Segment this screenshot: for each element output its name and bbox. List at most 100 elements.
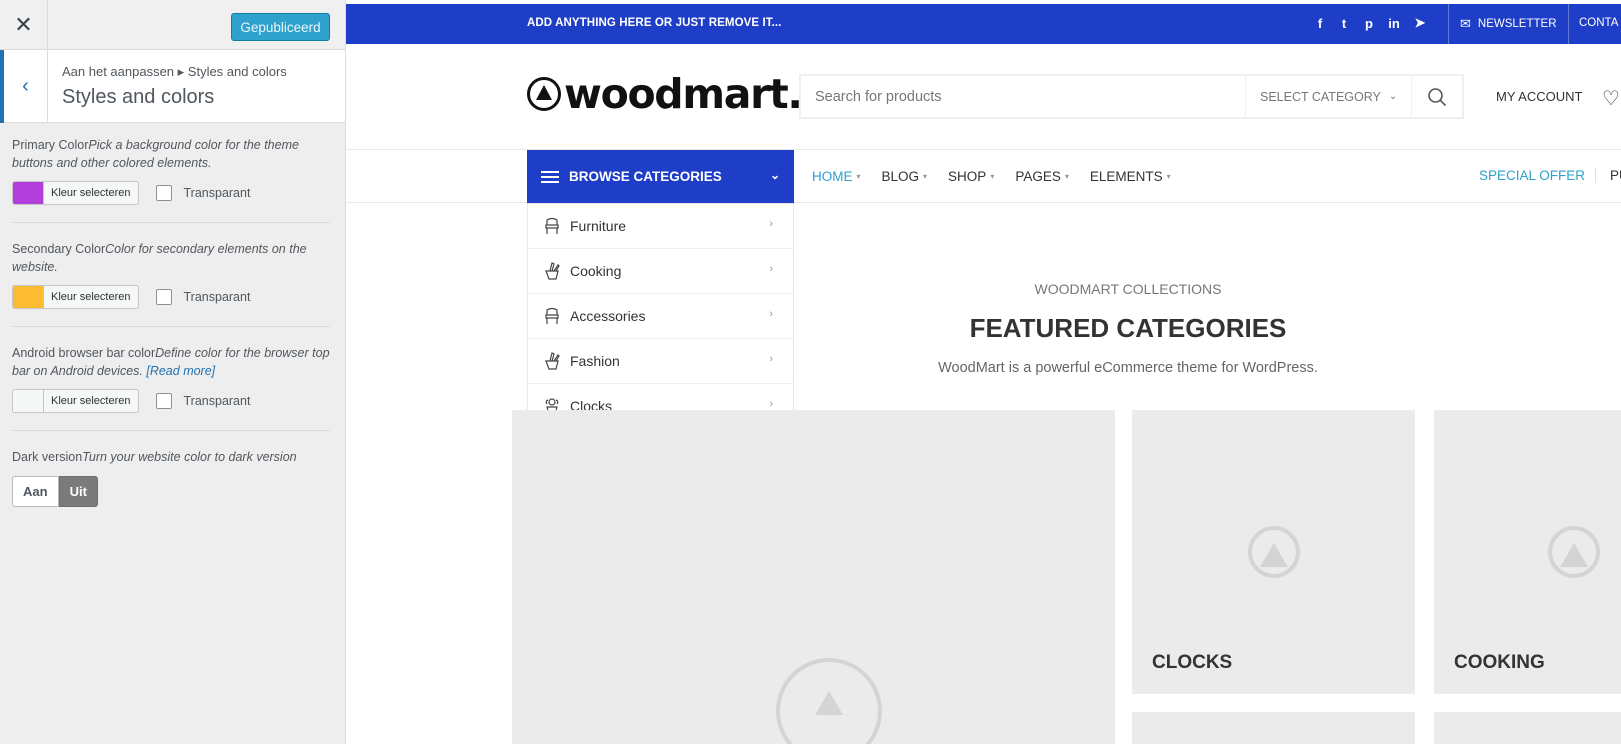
close-icon[interactable]: ✕ bbox=[0, 0, 48, 50]
breadcrumb: Aan het aanpassen ▸ Styles and colors bbox=[62, 64, 287, 79]
color-picker-label: Kleur selecteren bbox=[51, 187, 131, 199]
control-description: Secondary ColorColor for secondary eleme… bbox=[12, 240, 333, 276]
category-tile-cooking[interactable]: COOKING bbox=[1434, 410, 1621, 694]
my-account-link[interactable]: MY ACCOUNT bbox=[1496, 89, 1582, 104]
color-picker-label: Kleur selecteren bbox=[51, 291, 131, 303]
pinterest-icon[interactable]: p bbox=[1361, 14, 1377, 32]
category-tile-clocks[interactable]: CLOCKS bbox=[1132, 410, 1415, 694]
browse-categories-button[interactable]: BROWSE CATEGORIES ⌄ bbox=[527, 150, 794, 203]
toggle-off-button[interactable]: Uit bbox=[58, 476, 98, 507]
section-title: Styles and colors bbox=[62, 86, 215, 108]
dark-version-toggle: Aan Uit bbox=[12, 476, 333, 507]
color-picker-label: Kleur selecteren bbox=[51, 395, 131, 407]
chevron-down-icon: ▾ bbox=[1166, 172, 1171, 181]
top-bar-message: ADD ANYTHING HERE OR JUST REMOVE IT... bbox=[527, 17, 782, 29]
tile-label: COOKING bbox=[1454, 652, 1545, 673]
menu-item-pages[interactable]: PAGES ▾ bbox=[1015, 169, 1069, 184]
contact-link[interactable]: CONTA bbox=[1579, 17, 1618, 29]
browse-categories-label: BROWSE CATEGORIES bbox=[569, 169, 722, 184]
chevron-down-icon: ▾ bbox=[1064, 172, 1069, 181]
newsletter-link[interactable]: ✉ NEWSLETTER bbox=[1448, 4, 1569, 44]
chair-icon bbox=[542, 216, 562, 236]
transparent-label: Transparant bbox=[183, 186, 251, 200]
transparent-label: Transparant bbox=[183, 394, 251, 408]
menu-item-label: PAGES bbox=[1015, 169, 1061, 184]
control-description: Dark versionTurn your website color to d… bbox=[12, 448, 333, 466]
site-preview: ADD ANYTHING HERE OR JUST REMOVE IT... f… bbox=[346, 0, 1621, 744]
color-picker-button[interactable]: Kleur selecteren bbox=[12, 181, 139, 205]
tile-label: CLOCKS bbox=[1152, 652, 1233, 673]
twitter-icon[interactable]: t bbox=[1336, 14, 1352, 32]
purchase-link[interactable]: PU bbox=[1595, 168, 1621, 183]
category-select[interactable]: SELECT CATEGORY ⌄ bbox=[1245, 76, 1411, 117]
facebook-icon[interactable]: f bbox=[1312, 14, 1328, 32]
back-icon[interactable]: ‹ bbox=[0, 50, 48, 123]
chevron-right-icon: › bbox=[769, 398, 773, 410]
wishlist-heart-icon[interactable]: ♡ bbox=[1602, 86, 1620, 111]
chevron-down-icon: ▾ bbox=[990, 172, 995, 181]
placeholder-tree-icon bbox=[1248, 526, 1300, 578]
chevron-down-icon: ⌄ bbox=[1388, 91, 1398, 102]
search-input[interactable] bbox=[801, 76, 1245, 117]
knife-block-icon bbox=[542, 261, 562, 281]
placeholder-tree-icon bbox=[776, 658, 882, 744]
search-button[interactable] bbox=[1411, 76, 1462, 117]
control-description: Android browser bar colorDefine color fo… bbox=[12, 344, 333, 380]
divider bbox=[12, 326, 330, 327]
envelope-icon: ✉ bbox=[1460, 16, 1471, 31]
knife-block-icon bbox=[542, 351, 562, 371]
category-tile[interactable] bbox=[1132, 712, 1415, 744]
customizer-header: ✕ Gepubliceerd bbox=[0, 0, 345, 50]
menu-item-shop[interactable]: SHOP ▾ bbox=[948, 169, 994, 184]
chevron-right-icon: › bbox=[769, 308, 773, 320]
transparent-checkbox[interactable] bbox=[155, 289, 172, 305]
divider bbox=[12, 222, 330, 223]
chair-icon bbox=[542, 306, 562, 326]
main-header: woodmart. SELECT CATEGORY ⌄ MY ACCOUNT ♡ bbox=[346, 44, 1621, 150]
chevron-right-icon: › bbox=[769, 218, 773, 230]
category-tile[interactable] bbox=[512, 410, 1115, 744]
transparent-checkbox[interactable] bbox=[155, 393, 172, 409]
site-logo[interactable]: woodmart. bbox=[527, 70, 803, 118]
read-more-link[interactable]: [Read more] bbox=[146, 364, 215, 378]
telegram-icon[interactable]: ➤ bbox=[1412, 14, 1428, 32]
menu-item-home[interactable]: HOME ▾ bbox=[812, 169, 861, 184]
publish-button[interactable]: Gepubliceerd bbox=[231, 13, 330, 41]
category-item-accessories[interactable]: Accessories › bbox=[528, 294, 793, 339]
menu-item-elements[interactable]: ELEMENTS ▾ bbox=[1090, 169, 1171, 184]
search-icon bbox=[1428, 87, 1447, 106]
color-swatch bbox=[13, 182, 44, 204]
section-subtitle: WoodMart is a powerful eCommerce theme f… bbox=[938, 360, 1318, 376]
newsletter-label: NEWSLETTER bbox=[1477, 18, 1557, 30]
category-item-cooking[interactable]: Cooking › bbox=[528, 249, 793, 294]
main-nav: BROWSE CATEGORIES ⌄ HOME ▾ BLOG ▾ SHOP ▾ PA… bbox=[346, 150, 1621, 203]
transparent-label: Transparant bbox=[183, 290, 251, 304]
dark-version-control: Dark versionTurn your website color to d… bbox=[12, 448, 333, 507]
color-picker-button[interactable]: Kleur selecteren bbox=[12, 285, 139, 309]
top-bar: ADD ANYTHING HERE OR JUST REMOVE IT... f… bbox=[346, 4, 1621, 44]
primary-menu: HOME ▾ BLOG ▾ SHOP ▾ PAGES ▾ ELEMENTS ▾ bbox=[812, 150, 1192, 203]
section-header: ‹ Aan het aanpassen ▸ Styles and colors … bbox=[0, 50, 345, 123]
control-title: Secondary Color bbox=[12, 242, 106, 256]
category-label: Cooking bbox=[570, 263, 622, 279]
category-item-furniture[interactable]: Furniture › bbox=[528, 204, 793, 249]
color-swatch bbox=[13, 286, 44, 308]
primary-color-control: Primary ColorPick a background color for… bbox=[12, 136, 333, 205]
control-description: Primary ColorPick a background color for… bbox=[12, 136, 333, 172]
hamburger-icon bbox=[541, 170, 559, 183]
category-tile[interactable] bbox=[1434, 712, 1621, 744]
menu-item-blog[interactable]: BLOG ▾ bbox=[882, 169, 928, 184]
category-item-fashion[interactable]: Fashion › bbox=[528, 339, 793, 384]
color-swatch bbox=[13, 390, 44, 412]
divider bbox=[12, 430, 330, 431]
chevron-right-icon: › bbox=[769, 263, 773, 275]
chevron-down-icon: ▾ bbox=[856, 172, 861, 181]
menu-item-label: ELEMENTS bbox=[1089, 169, 1163, 184]
transparent-checkbox[interactable] bbox=[155, 185, 172, 201]
special-offer-link[interactable]: SPECIAL OFFER bbox=[1479, 168, 1585, 183]
linkedin-icon[interactable]: in bbox=[1386, 14, 1402, 32]
android-color-control: Android browser bar colorDefine color fo… bbox=[12, 344, 333, 413]
category-label: Fashion bbox=[570, 353, 620, 369]
toggle-on-button[interactable]: Aan bbox=[12, 476, 59, 507]
color-picker-button[interactable]: Kleur selecteren bbox=[12, 389, 139, 413]
